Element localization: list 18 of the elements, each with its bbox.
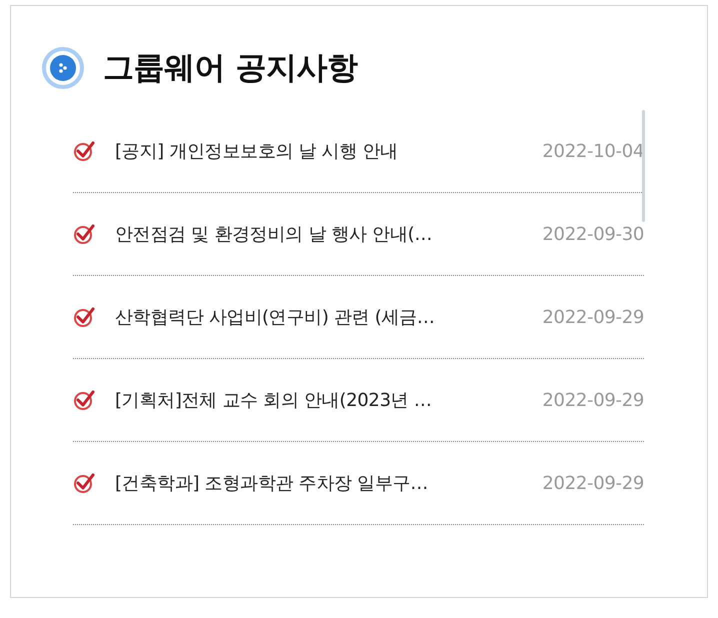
notice-date: 2022-09-29 (542, 390, 644, 410)
checkmark-icon (73, 389, 95, 411)
notice-link[interactable]: [기획처]전체 교수 회의 안내(2023년 … (115, 388, 530, 412)
checkmark-icon (73, 140, 95, 162)
notice-link[interactable]: 안전점검 및 환경정비의 날 행사 안내(… (115, 222, 530, 246)
notice-link[interactable]: [건축학과] 조형과학관 주차장 일부구… (115, 471, 530, 495)
notice-link[interactable]: 산학협력단 사업비(연구비) 관련 (세금… (115, 305, 530, 329)
panel-title: 그룹웨어 공지사항 (103, 49, 358, 88)
checkmark-icon (73, 306, 95, 328)
checkmark-icon (73, 472, 95, 494)
notice-date: 2022-09-29 (542, 472, 644, 494)
circle-icon (41, 46, 85, 90)
notice-date: 2022-09-29 (542, 306, 644, 328)
checkmark-icon (73, 223, 95, 245)
scrollbar[interactable] (642, 110, 645, 222)
notice-link[interactable]: [공지] 개인정보보호의 날 시행 안내 (115, 139, 530, 163)
notice-date: 2022-09-30 (542, 224, 644, 244)
notice-date: 2022-10-04 (542, 140, 644, 162)
